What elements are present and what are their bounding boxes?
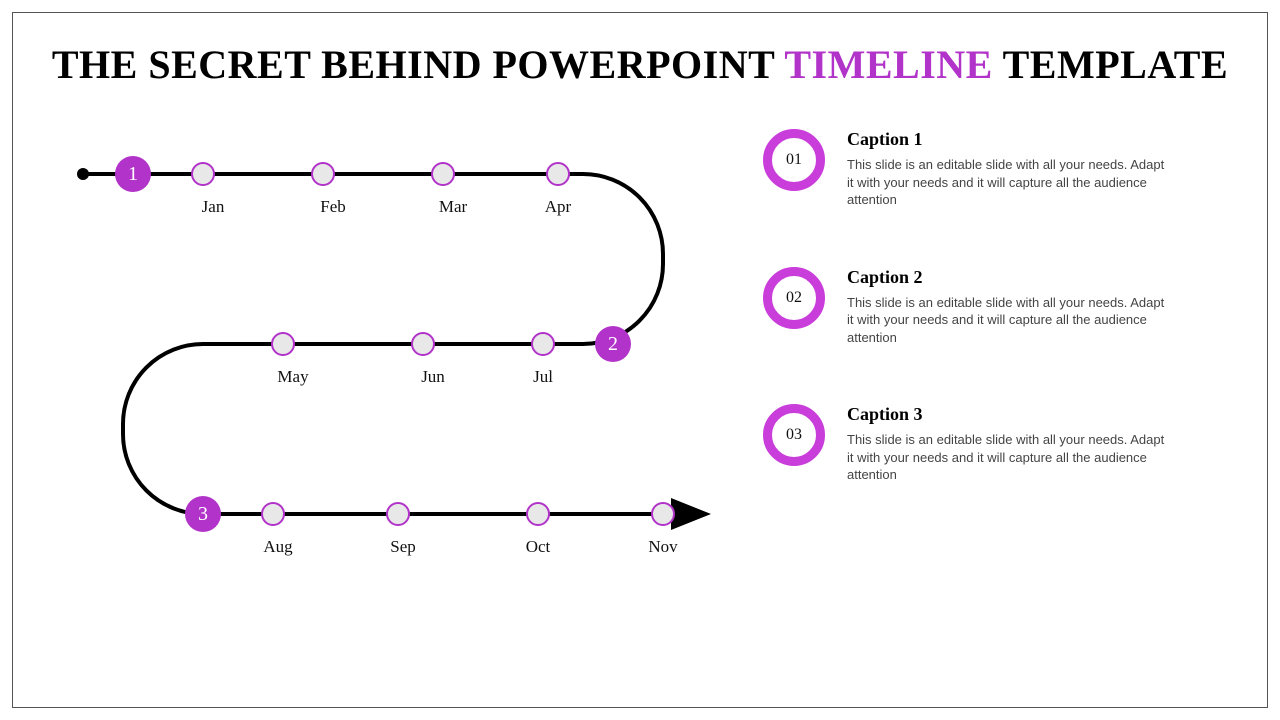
label-jun: Jun (421, 367, 445, 387)
caption-num-2: 02 (786, 289, 802, 307)
label-aug: Aug (263, 537, 292, 557)
content-area: 1 Jan Feb Mar Apr May Jun Jul 2 3 (43, 119, 1237, 569)
caption-ring-1: 01 (763, 129, 825, 191)
title-prefix: THE SECRET BEHIND POWERPOINT (52, 42, 784, 87)
marker-3: 3 (185, 496, 221, 532)
caption-num-1: 01 (786, 151, 802, 169)
caption-title-2: Caption 2 (847, 267, 1167, 288)
caption-row-1: 01 Caption 1 This slide is an editable s… (763, 129, 1237, 209)
node-jan (191, 162, 215, 186)
marker-1-label: 1 (128, 163, 138, 186)
node-oct (526, 502, 550, 526)
captions-column: 01 Caption 1 This slide is an editable s… (763, 119, 1237, 569)
caption-body-1: This slide is an editable slide with all… (847, 156, 1167, 209)
marker-3-label: 3 (198, 503, 208, 526)
label-nov: Nov (648, 537, 677, 557)
caption-body-2: This slide is an editable slide with all… (847, 294, 1167, 347)
node-sep (386, 502, 410, 526)
timeline-diagram: 1 Jan Feb Mar Apr May Jun Jul 2 3 (43, 119, 743, 569)
caption-text-1: Caption 1 This slide is an editable slid… (847, 129, 1167, 209)
label-jul: Jul (533, 367, 553, 387)
marker-1: 1 (115, 156, 151, 192)
node-jul (531, 332, 555, 356)
label-may: May (277, 367, 308, 387)
label-apr: Apr (545, 197, 571, 217)
label-oct: Oct (526, 537, 551, 557)
caption-body-3: This slide is an editable slide with all… (847, 431, 1167, 484)
title-accent: TIMELINE (784, 42, 993, 87)
label-feb: Feb (320, 197, 346, 217)
caption-row-2: 02 Caption 2 This slide is an editable s… (763, 267, 1237, 347)
label-sep: Sep (390, 537, 416, 557)
node-feb (311, 162, 335, 186)
node-apr (546, 162, 570, 186)
caption-row-3: 03 Caption 3 This slide is an editable s… (763, 404, 1237, 484)
node-nov (651, 502, 675, 526)
caption-num-3: 03 (786, 426, 802, 444)
start-dot-icon (77, 168, 89, 180)
caption-ring-3: 03 (763, 404, 825, 466)
label-jan: Jan (202, 197, 225, 217)
slide-frame: THE SECRET BEHIND POWERPOINT TIMELINE TE… (12, 12, 1268, 708)
marker-2-label: 2 (608, 333, 618, 356)
title-suffix: TEMPLATE (993, 42, 1228, 87)
caption-text-2: Caption 2 This slide is an editable slid… (847, 267, 1167, 347)
caption-text-3: Caption 3 This slide is an editable slid… (847, 404, 1167, 484)
page-title: THE SECRET BEHIND POWERPOINT TIMELINE TE… (43, 41, 1237, 89)
caption-title-1: Caption 1 (847, 129, 1167, 150)
node-aug (261, 502, 285, 526)
node-mar (431, 162, 455, 186)
timeline-path (43, 119, 743, 569)
node-may (271, 332, 295, 356)
node-jun (411, 332, 435, 356)
marker-2: 2 (595, 326, 631, 362)
caption-ring-2: 02 (763, 267, 825, 329)
caption-title-3: Caption 3 (847, 404, 1167, 425)
label-mar: Mar (439, 197, 467, 217)
